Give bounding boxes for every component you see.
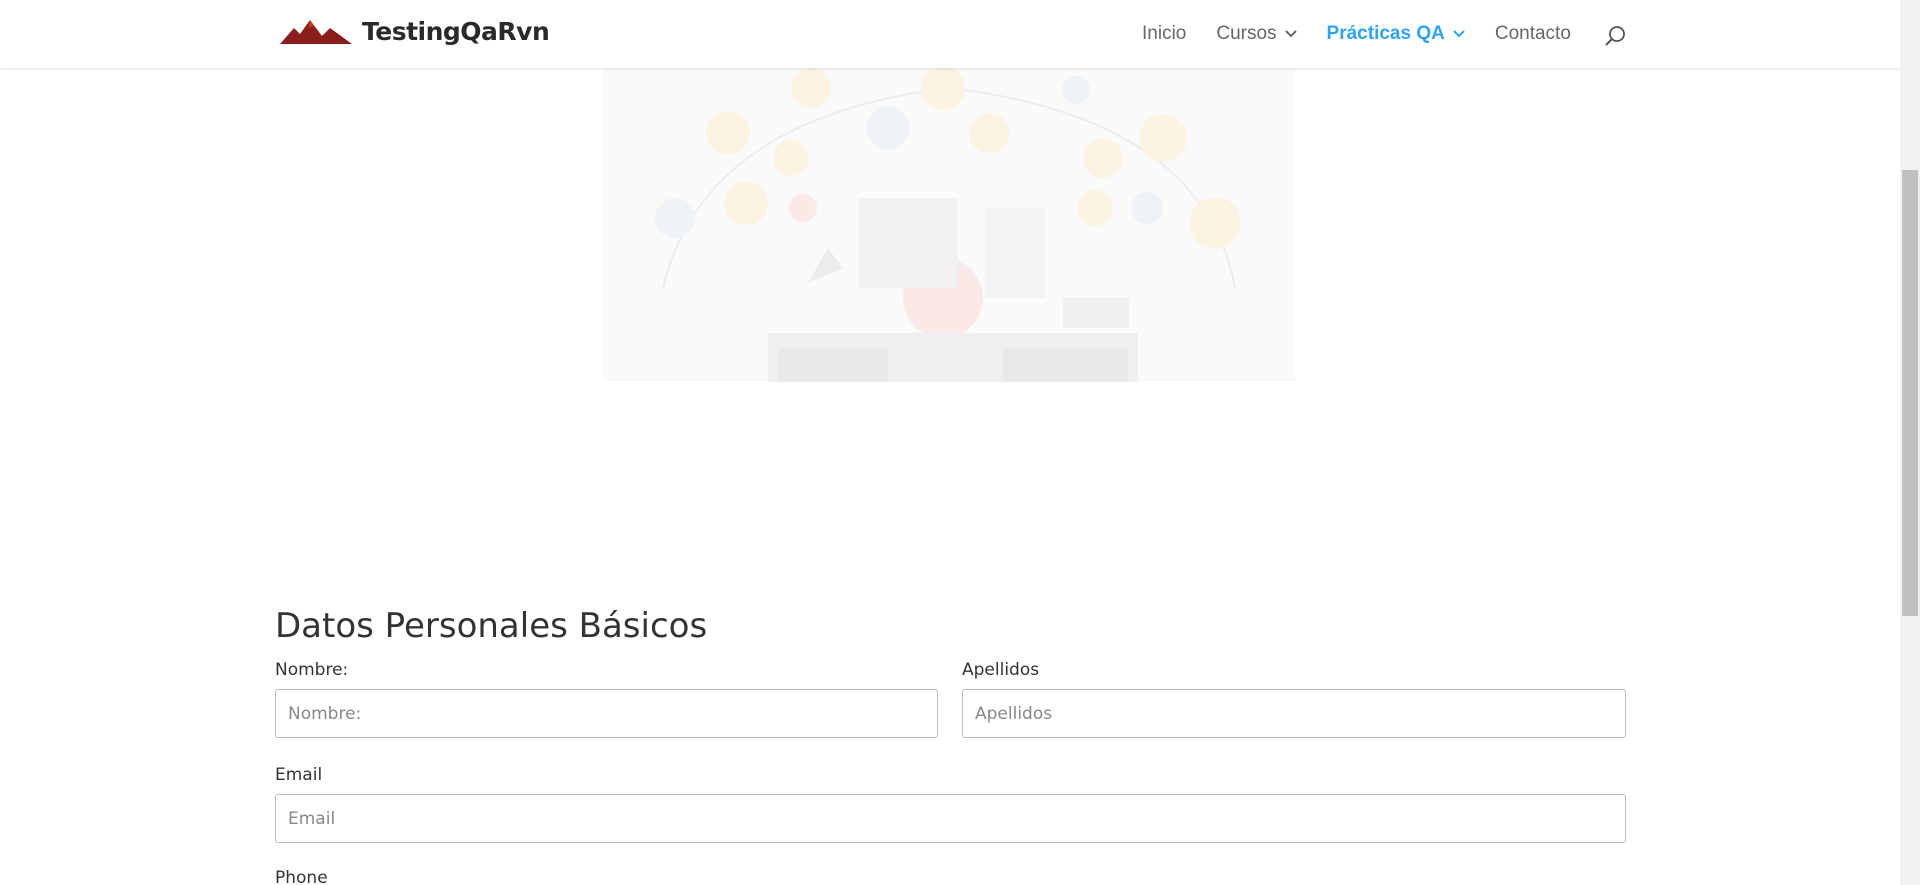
hero-illustration bbox=[603, 58, 1295, 382]
logo-text: TestingQaRvn bbox=[362, 16, 550, 46]
qa-illustration-image bbox=[603, 58, 1295, 382]
site-header: TestingQaRvn Inicio Cursos Prácticas QA … bbox=[0, 0, 1900, 68]
email-label: Email bbox=[275, 765, 323, 785]
search-icon[interactable] bbox=[1604, 25, 1626, 47]
nav-contacto-label: Contacto bbox=[1494, 23, 1571, 44]
page-scrollbar[interactable] bbox=[1900, 0, 1920, 885]
phone-label: Phone bbox=[275, 868, 328, 885]
section-title: Datos Personales Básicos bbox=[275, 606, 708, 646]
nav-practicas-label: Prácticas QA bbox=[1326, 23, 1445, 44]
nav-practicas-qa[interactable]: Prácticas QA bbox=[1327, 23, 1465, 45]
nav-cursos[interactable]: Cursos bbox=[1216, 23, 1297, 45]
page: TestingQaRvn Inicio Cursos Prácticas QA … bbox=[0, 0, 1900, 885]
chevron-down-icon bbox=[1453, 30, 1465, 38]
nombre-input[interactable] bbox=[275, 689, 938, 738]
nav-inicio-label: Inicio bbox=[1142, 23, 1187, 44]
mountain-logo-icon bbox=[280, 20, 352, 44]
nav-cursos-label: Cursos bbox=[1216, 23, 1277, 44]
email-input[interactable] bbox=[275, 794, 1626, 843]
apellidos-input[interactable] bbox=[962, 689, 1626, 738]
nombre-label: Nombre: bbox=[275, 660, 349, 680]
nav-contacto[interactable]: Contacto bbox=[1495, 23, 1571, 45]
site-logo[interactable]: TestingQaRvn bbox=[280, 16, 550, 46]
apellidos-label: Apellidos bbox=[962, 660, 1040, 680]
scrollbar-thumb[interactable] bbox=[1902, 170, 1918, 616]
main-nav: Inicio Cursos Prácticas QA Contacto bbox=[1142, 0, 1626, 68]
chevron-down-icon bbox=[1284, 30, 1297, 38]
nav-inicio[interactable]: Inicio bbox=[1142, 23, 1186, 45]
